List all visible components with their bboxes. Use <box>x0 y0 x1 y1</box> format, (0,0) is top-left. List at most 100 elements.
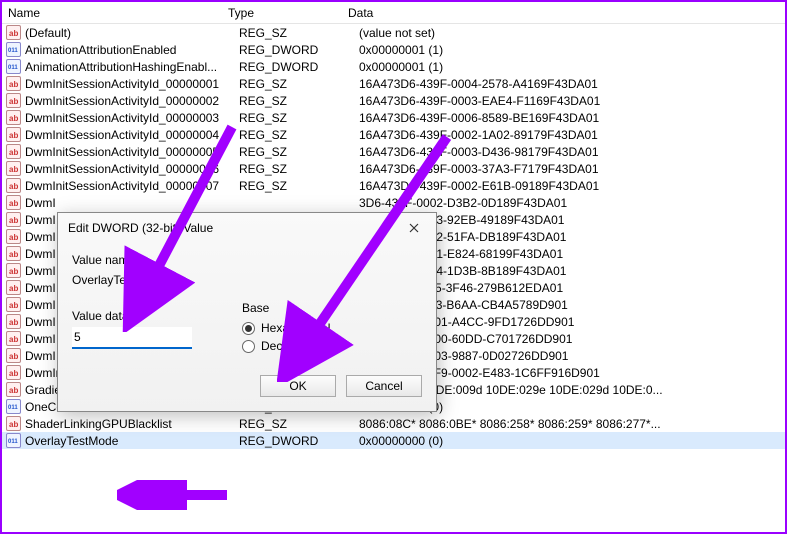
radio-hex-label: Hexadecimal <box>261 321 330 335</box>
table-row[interactable]: ab DwmI 3D6-439F-0002-D3B2-0D189F43DA01 <box>2 194 785 211</box>
table-row[interactable]: abDwmInitSessionActivityId_00000006REG_S… <box>2 160 785 177</box>
svg-text:ab: ab <box>9 199 18 208</box>
value-name-cell: DwmInitSessionActivityId_00000007 <box>25 179 239 193</box>
radio-hexadecimal[interactable]: Hexadecimal <box>242 321 330 335</box>
string-value-icon: ab <box>6 365 21 380</box>
cancel-button[interactable]: Cancel <box>346 375 422 397</box>
value-data-cell: 16A473D6-439F-0002-E61B-09189F43DA01 <box>359 179 785 193</box>
column-header-name[interactable]: Name <box>2 4 222 22</box>
value-data-cell: (value not set) <box>359 26 785 40</box>
string-value-icon: ab <box>6 76 21 91</box>
value-data-cell: 0x00000001 (1) <box>359 60 785 74</box>
string-value-icon: ab <box>6 161 21 176</box>
svg-text:ab: ab <box>9 250 18 259</box>
value-name-cell: AnimationAttributionEnabled <box>25 43 239 57</box>
value-name-cell: (Default) <box>25 26 239 40</box>
value-name-cell: DwmInitSessionActivityId_00000006 <box>25 162 239 176</box>
string-value-icon: ab <box>6 144 21 159</box>
svg-text:011: 011 <box>8 65 18 71</box>
table-row[interactable]: 011OverlayTestModeREG_DWORD0x00000000 (0… <box>2 432 785 449</box>
table-row[interactable]: ab DwmInitSessionActivityId_00000005REG_S… <box>2 143 785 160</box>
value-name-label: Value name: <box>72 253 422 267</box>
dword-value-icon: 011 <box>6 59 21 74</box>
dialog-title: Edit DWORD (32-bit) Value <box>68 221 400 235</box>
value-type-cell: REG_SZ <box>239 26 359 40</box>
ok-button[interactable]: OK <box>260 375 336 397</box>
value-type-cell: REG_SZ <box>239 128 359 142</box>
value-name-cell: DwmInitSessionActivityId_00000004 <box>25 128 239 142</box>
table-row[interactable]: ab DwmInitSessionActivityId_00000001REG_S… <box>2 75 785 92</box>
value-data-cell: 0x00000001 (1) <box>359 43 785 57</box>
value-name-cell: ShaderLinkingGPUBlacklist <box>25 417 239 431</box>
svg-text:ab: ab <box>9 114 18 123</box>
string-value-icon: ab <box>6 212 21 227</box>
value-type-cell: REG_DWORD <box>239 60 359 74</box>
value-name-cell: AnimationAttributionHashingEnabl... <box>25 60 239 74</box>
string-value-icon: ab <box>6 25 21 40</box>
value-data-cell: 16A473D6-439F-0003-EAE4-F1169F43DA01 <box>359 94 785 108</box>
string-value-icon: ab <box>6 178 21 193</box>
svg-text:011: 011 <box>8 405 18 411</box>
string-value-icon: ab <box>6 297 21 312</box>
value-data-cell: 8086:08C* 8086:0BE* 8086:258* 8086:259* … <box>359 417 785 431</box>
svg-text:ab: ab <box>9 284 18 293</box>
string-value-icon: ab <box>6 229 21 244</box>
svg-text:ab: ab <box>9 29 18 38</box>
value-type-cell: REG_SZ <box>239 94 359 108</box>
table-row[interactable]: abDwmInitSessionActivityId_00000002REG_S… <box>2 92 785 109</box>
svg-text:ab: ab <box>9 369 18 378</box>
value-type-cell: REG_SZ <box>239 417 359 431</box>
svg-text:ab: ab <box>9 165 18 174</box>
svg-text:ab: ab <box>9 97 18 106</box>
svg-text:011: 011 <box>8 48 18 54</box>
value-name-cell: DwmInitSessionActivityId_00000001 <box>25 77 239 91</box>
value-type-cell: REG_SZ <box>239 111 359 125</box>
value-type-cell: REG_SZ <box>239 77 359 91</box>
svg-text:ab: ab <box>9 318 18 327</box>
string-value-icon: ab <box>6 110 21 125</box>
dialog-titlebar[interactable]: Edit DWORD (32-bit) Value <box>58 213 436 241</box>
svg-text:ab: ab <box>9 335 18 344</box>
radio-dec-label: Decimal <box>261 339 304 353</box>
svg-text:011: 011 <box>8 439 18 445</box>
svg-text:ab: ab <box>9 352 18 361</box>
table-row[interactable]: ab (Default)REG_SZ(value not set) <box>2 24 785 41</box>
value-type-cell: REG_SZ <box>239 145 359 159</box>
column-header-data[interactable]: Data <box>342 4 785 22</box>
string-value-icon: ab <box>6 195 21 210</box>
value-name-field[interactable] <box>72 271 422 289</box>
table-row[interactable]: 011AnimationAttributionEnabledREG_DWORD0… <box>2 41 785 58</box>
string-value-icon: ab <box>6 280 21 295</box>
value-name-cell: DwmI <box>25 196 239 210</box>
value-data-input[interactable] <box>72 327 192 349</box>
column-header-row: Name Type Data <box>2 2 785 24</box>
column-header-type[interactable]: Type <box>222 4 342 22</box>
string-value-icon: ab <box>6 263 21 278</box>
value-name-cell: OverlayTestMode <box>25 434 239 448</box>
value-type-cell: REG_SZ <box>239 179 359 193</box>
value-data-cell: 3D6-439F-0002-D3B2-0D189F43DA01 <box>359 196 785 210</box>
value-data-cell: 16A473D6-439F-0002-1A02-89179F43DA01 <box>359 128 785 142</box>
radio-icon <box>242 340 255 353</box>
svg-text:ab: ab <box>9 386 18 395</box>
string-value-icon: ab <box>6 382 21 397</box>
table-row[interactable]: abShaderLinkingGPUBlacklistREG_SZ8086:08… <box>2 415 785 432</box>
table-row[interactable]: ab DwmInitSessionActivityId_00000004REG_S… <box>2 126 785 143</box>
dword-value-icon: 011 <box>6 399 21 414</box>
base-group-label: Base <box>242 301 330 315</box>
value-type-cell: REG_DWORD <box>239 434 359 448</box>
radio-icon <box>242 322 255 335</box>
svg-text:ab: ab <box>9 80 18 89</box>
svg-text:ab: ab <box>9 131 18 140</box>
edit-dword-dialog: Edit DWORD (32-bit) Value Value name: Va… <box>57 212 437 412</box>
value-name-cell: DwmInitSessionActivityId_00000005 <box>25 145 239 159</box>
radio-decimal[interactable]: Decimal <box>242 339 330 353</box>
svg-text:ab: ab <box>9 233 18 242</box>
string-value-icon: ab <box>6 348 21 363</box>
string-value-icon: ab <box>6 127 21 142</box>
table-row[interactable]: abDwmInitSessionActivityId_00000003REG_S… <box>2 109 785 126</box>
string-value-icon: ab <box>6 314 21 329</box>
table-row[interactable]: ab DwmInitSessionActivityId_00000007REG_S… <box>2 177 785 194</box>
table-row[interactable]: 011 AnimationAttributionHashingEnabl...RE… <box>2 58 785 75</box>
close-icon[interactable] <box>400 219 428 237</box>
